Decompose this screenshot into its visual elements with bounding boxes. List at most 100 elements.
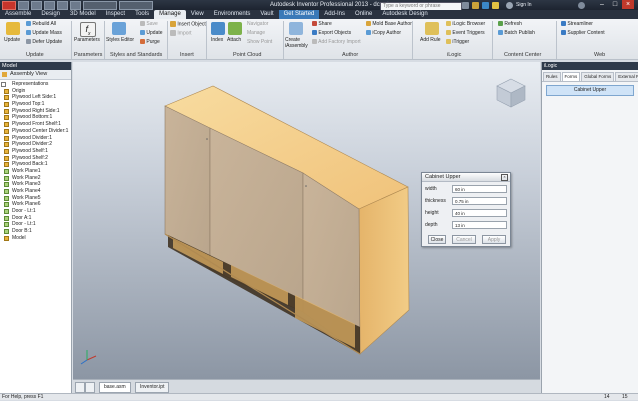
tile-view-icon[interactable] — [85, 382, 95, 393]
event-triggers-button[interactable]: Event Triggers — [446, 30, 485, 36]
browser-tree-item[interactable]: Model — [0, 235, 71, 242]
attach-icon[interactable] — [228, 22, 242, 35]
share-button[interactable]: Share — [312, 21, 332, 27]
ilogic-browser-button[interactable]: iLogic Browser — [446, 21, 485, 27]
tab-design[interactable]: Design — [36, 10, 65, 19]
navigator-button[interactable]: Navigator — [247, 21, 268, 27]
browser-tree-item[interactable]: Plywood Center Divider:1 — [0, 128, 71, 135]
tab-inspect[interactable]: Inspect — [101, 10, 130, 19]
purge-button[interactable]: Purge — [140, 39, 160, 45]
close-dialog-button[interactable]: Close — [428, 235, 446, 244]
tab-forms[interactable]: Forms — [561, 72, 581, 81]
browser-tree-item[interactable]: Door - Lt:1 — [0, 221, 71, 228]
defer-update-button[interactable]: Defer Update — [26, 39, 62, 45]
browser-tree-item[interactable]: Work Plane4 — [0, 188, 71, 195]
assembly-view-dropdown[interactable]: Assembly View — [0, 70, 71, 80]
browser-tree-item[interactable]: Plywood Shelf:2 — [0, 155, 71, 162]
browser-tree-item[interactable]: Plywood Right Side:1 — [0, 108, 71, 115]
browser-tree-item[interactable]: Door A:1 — [0, 215, 71, 222]
styles-editor-button[interactable]: Styles Editor — [106, 37, 134, 43]
communication-icon[interactable] — [482, 2, 489, 9]
browser-tree-item[interactable]: Plywood Left Side:1 — [0, 94, 71, 101]
width-field[interactable]: 60 in — [452, 185, 507, 193]
cabinet-upper-form-button[interactable]: Cabinet Upper — [546, 85, 634, 96]
parameters-icon[interactable]: fx — [80, 22, 96, 37]
tab-online[interactable]: Online — [350, 10, 377, 19]
thickness-field[interactable]: 0.75 in — [452, 197, 507, 205]
viewcube-icon[interactable] — [494, 76, 528, 110]
add-factory-import-button[interactable]: Add Factory Import — [312, 39, 361, 45]
tab-external-rules[interactable]: External Rules — [615, 72, 638, 81]
appearance-dropdown[interactable] — [119, 1, 153, 10]
update-style-button[interactable]: Update — [140, 30, 163, 36]
material-dropdown[interactable] — [83, 1, 117, 10]
tab-autodesk-design[interactable]: Autodesk Design — [377, 10, 432, 19]
tab-assemble[interactable]: Assemble — [0, 10, 36, 19]
browser-tree-item[interactable]: Work Plane3 — [0, 181, 71, 188]
tab-global-forms[interactable]: Global Forms — [581, 72, 615, 81]
app-menu-icon[interactable] — [2, 1, 16, 10]
tab-rules[interactable]: Rules — [543, 72, 561, 81]
filter-icon[interactable] — [2, 72, 7, 77]
parameters-button[interactable]: Parameters — [74, 37, 100, 43]
dialog-close-icon[interactable]: × — [501, 174, 508, 181]
export-objects-button[interactable]: Export Objects — [312, 30, 351, 36]
cancel-button[interactable]: Cancel — [452, 235, 476, 244]
mold-base-author-button[interactable]: Mold Base Author — [366, 21, 412, 27]
browser-tree-item[interactable]: Plywood Bottom:1 — [0, 114, 71, 121]
sign-in-link[interactable]: Sign In — [516, 2, 532, 8]
update-mass-button[interactable]: Update Mass — [26, 30, 62, 36]
browser-tree-item[interactable]: Door - Lt:1 — [0, 208, 71, 215]
create-iassembly-icon[interactable] — [289, 22, 303, 35]
redo-icon[interactable] — [70, 1, 81, 10]
browser-tree-item[interactable]: Plywood Divider:2 — [0, 141, 71, 148]
grid-view-icon[interactable] — [75, 382, 85, 393]
browser-tree-item[interactable]: Representations — [0, 81, 71, 88]
add-rule-button[interactable]: Add Rule — [420, 37, 441, 43]
minimize-button[interactable]: – — [596, 0, 608, 9]
import-button[interactable]: Import — [170, 30, 192, 36]
browser-tree-item[interactable]: Door B:1 — [0, 228, 71, 235]
browser-tree-item[interactable]: Plywood Shelf:1 — [0, 148, 71, 155]
save-icon[interactable] — [44, 1, 55, 10]
browser-tree-item[interactable]: Work Plane6 — [0, 201, 71, 208]
tab-vault[interactable]: Vault — [255, 10, 278, 19]
new-icon[interactable] — [18, 1, 29, 10]
browser-tree-item[interactable]: Plywood Top:1 — [0, 101, 71, 108]
maximize-button[interactable]: □ — [609, 0, 621, 9]
create-iassembly-button[interactable]: Create iAssembly — [285, 37, 311, 49]
tab-view[interactable]: View — [186, 10, 209, 19]
update-button[interactable]: Update — [4, 37, 20, 43]
icopy-author-button[interactable]: iCopy Author — [366, 30, 401, 36]
doc-tab-base-asm[interactable]: base.asm — [99, 382, 131, 393]
show-point-button[interactable]: Show Point — [247, 39, 272, 45]
browser-tree-item[interactable]: Work Plane1 — [0, 168, 71, 175]
manage-button[interactable]: Manage — [247, 30, 265, 36]
tab-manage[interactable]: Manage — [154, 10, 186, 19]
itrigger-button[interactable]: iTrigger — [446, 39, 469, 45]
search-icon[interactable] — [462, 2, 469, 9]
browser-tree-item[interactable]: Plywood Front Shelf:1 — [0, 121, 71, 128]
tab-add-ins[interactable]: Add-Ins — [319, 10, 350, 19]
tab-tools[interactable]: Tools — [130, 10, 154, 19]
browser-tree-item[interactable]: Plywood Divider:1 — [0, 135, 71, 142]
height-field[interactable]: 40 in — [452, 209, 507, 217]
apply-button[interactable]: Apply — [482, 235, 506, 244]
batch-publish-button[interactable]: Batch Publish — [498, 30, 535, 36]
browser-tree-item[interactable]: Origin — [0, 88, 71, 95]
supplier-content-button[interactable]: Supplier Content — [561, 30, 605, 36]
save-style-button[interactable]: Save — [140, 21, 158, 27]
undo-icon[interactable] — [57, 1, 68, 10]
browser-tree-item[interactable]: Plywood Back:1 — [0, 161, 71, 168]
streamliner-button[interactable]: Streamliner — [561, 21, 593, 27]
styles-editor-icon[interactable] — [112, 22, 126, 35]
help-icon[interactable] — [578, 2, 585, 9]
browser-tree-item[interactable]: Work Plane5 — [0, 195, 71, 202]
index-button[interactable]: Index — [211, 37, 223, 43]
add-rule-icon[interactable] — [425, 22, 439, 35]
depth-field[interactable]: 13 in — [452, 221, 507, 229]
update-icon[interactable] — [6, 22, 20, 35]
tab-get-started[interactable]: Get Started — [278, 10, 320, 19]
close-button[interactable]: × — [622, 0, 634, 9]
open-icon[interactable] — [31, 1, 42, 10]
